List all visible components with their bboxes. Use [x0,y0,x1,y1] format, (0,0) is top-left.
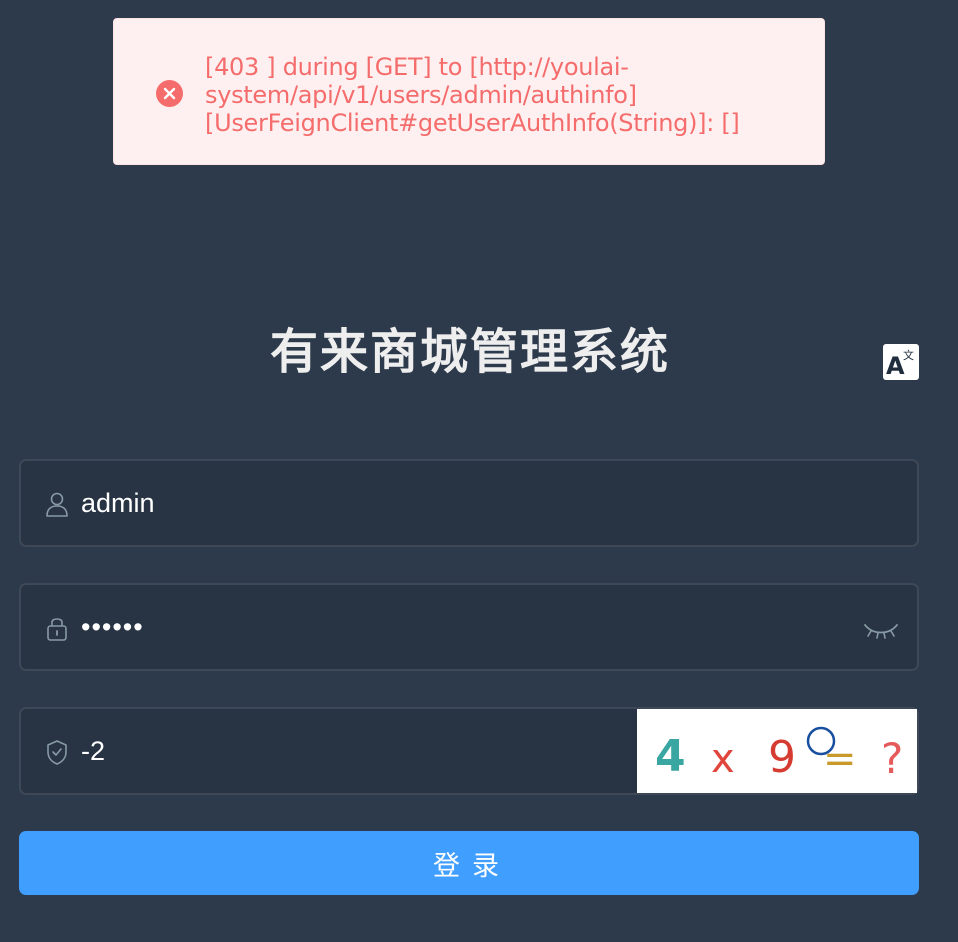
error-toast: [403 ] during [GET] to [http://youlai- s… [113,18,825,165]
captcha-char-2: x [711,736,735,782]
page-title: 有来商城管理系统 [269,324,670,380]
captcha-image[interactable]: 4 x 9 = ? [637,709,917,793]
captcha-char-4: = [823,736,857,782]
captcha-input[interactable] [81,709,621,793]
captcha-char-1: 4 [655,731,686,782]
eye-closed-icon[interactable] [863,613,899,641]
user-icon [43,490,71,518]
username-field [19,459,919,547]
error-message: [403 ] during [GET] to [http://youlai- s… [205,53,740,137]
shield-check-icon [43,738,71,766]
captcha-char-5: ? [881,734,903,783]
username-input[interactable] [81,461,841,545]
password-field [19,583,919,671]
captcha-char-3: 9 [768,732,796,783]
translate-icon-wen: 文 [903,348,914,362]
password-input[interactable] [81,585,841,669]
translate-icon: A 文 [886,348,914,380]
lock-icon [43,614,71,642]
close-circle-icon [156,80,183,107]
language-switch-button[interactable]: A 文 [883,344,919,380]
login-button[interactable]: 登录 [19,831,919,895]
